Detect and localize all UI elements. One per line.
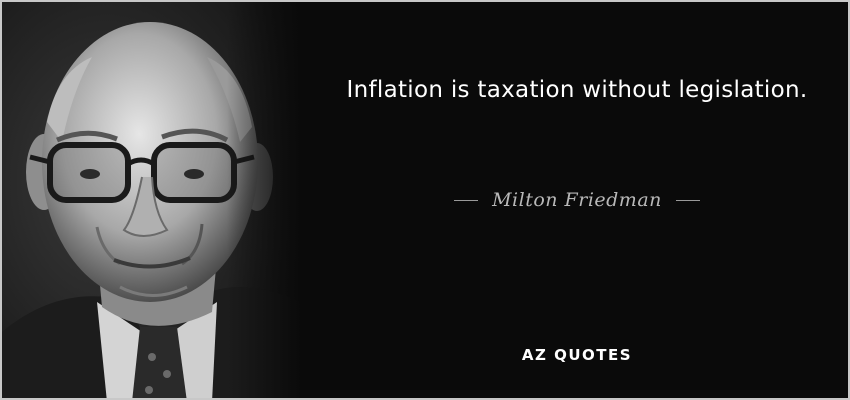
quote-card: Inflation is taxation without legislatio… [0,0,850,400]
author-dash-left [454,199,479,201]
author-portrait [2,2,302,398]
brand-logo: AZ QUOTES [521,346,633,364]
author-dash-right [675,199,700,201]
quote-area: Inflation is taxation without legislatio… [302,2,848,398]
quote-text: Inflation is taxation without legislatio… [346,77,808,103]
author-attribution: Milton Friedman [342,185,812,215]
portrait-photo [2,2,302,398]
author-name: Milton Friedman [492,189,662,211]
